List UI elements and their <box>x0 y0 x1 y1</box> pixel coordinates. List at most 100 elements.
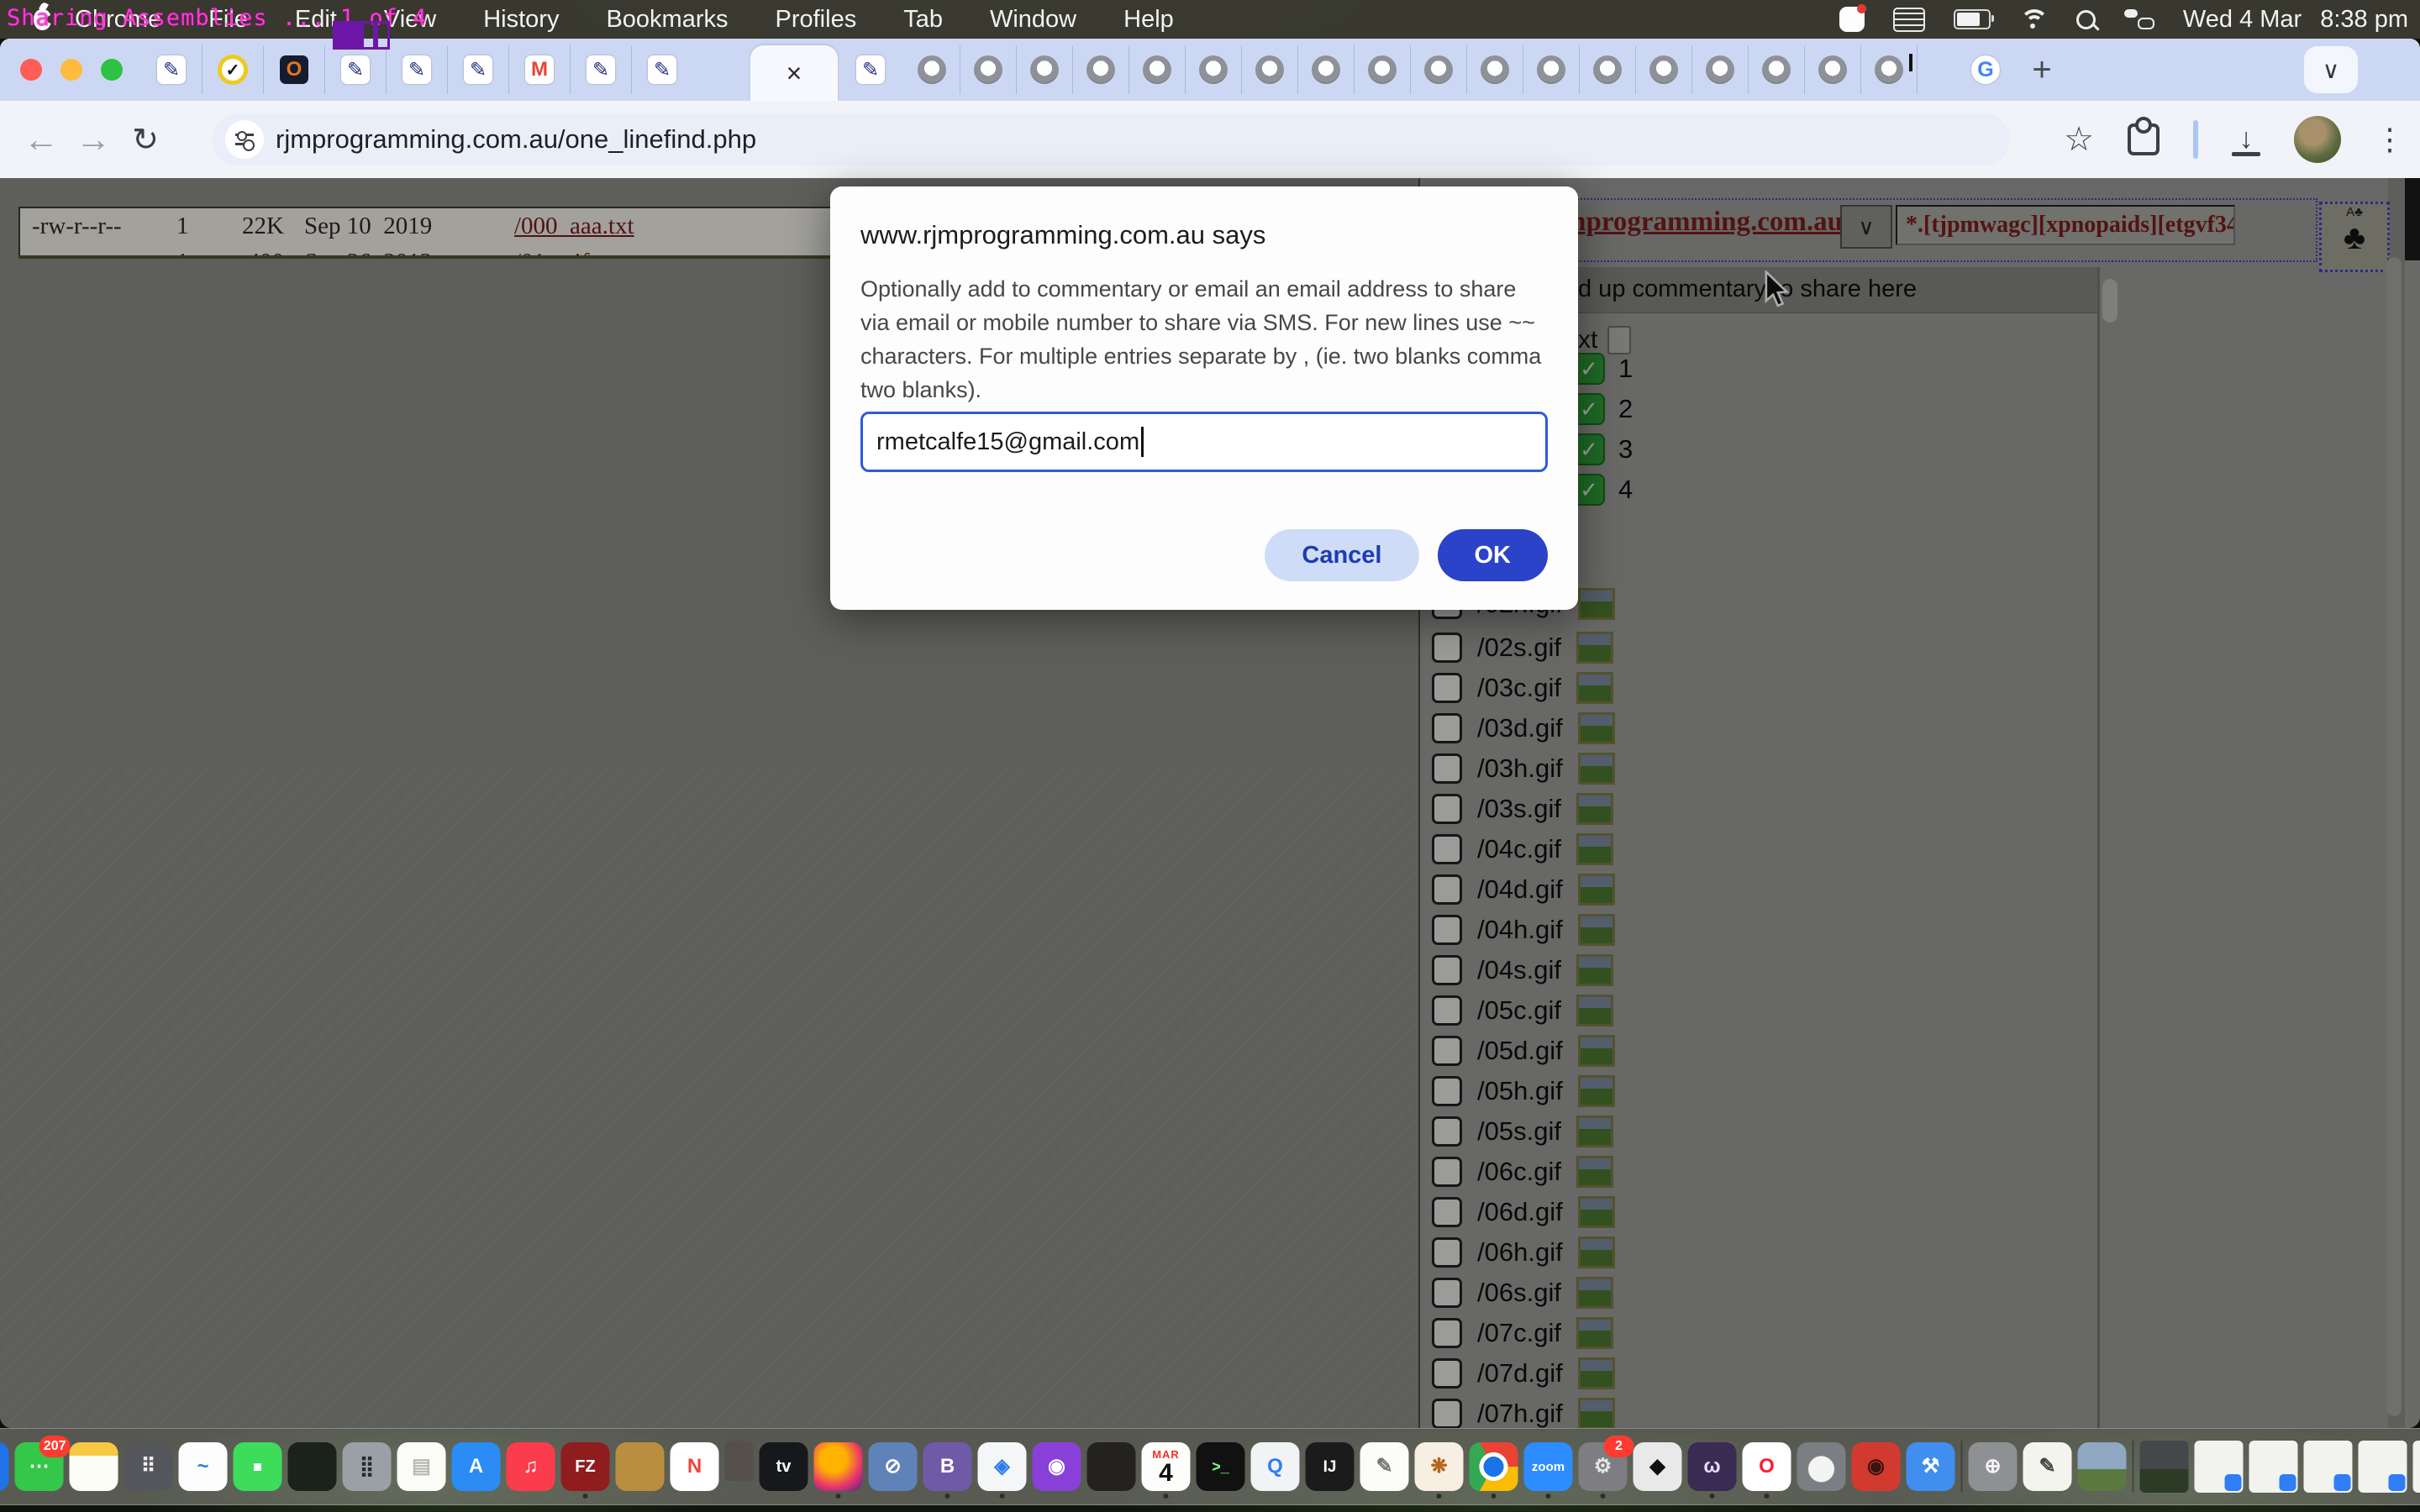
browser-tab[interactable] <box>325 45 387 94</box>
app-status-icon[interactable] <box>1839 7 1865 32</box>
menu-item[interactable]: History <box>460 0 582 39</box>
browser-tab[interactable] <box>1692 45 1749 94</box>
browser-tab[interactable] <box>632 45 692 94</box>
dock-icon[interactable]: ⠿ <box>124 1442 173 1491</box>
close-window-button[interactable] <box>20 59 42 81</box>
dock-icon[interactable]: ⋯ 207 <box>15 1442 64 1491</box>
dock-icon[interactable]: ◉ <box>1033 1442 1081 1491</box>
back-button[interactable]: ← <box>15 119 67 160</box>
browser-tab-google[interactable]: G <box>1971 55 2000 84</box>
keyboard-icon[interactable] <box>1893 8 1925 32</box>
menu-item[interactable]: Help <box>1100 0 1197 39</box>
zoom-window-button[interactable] <box>101 59 123 81</box>
address-bar[interactable]: rjmprogramming.com.au/one_linefind.php <box>212 113 2010 165</box>
browser-tab[interactable] <box>571 45 632 94</box>
dock-icon[interactable] <box>70 1442 118 1491</box>
browser-tab[interactable] <box>840 45 901 94</box>
browser-tab[interactable] <box>1749 45 1805 94</box>
dock-icon[interactable]: ⣿ <box>343 1442 392 1491</box>
browser-tab[interactable] <box>1467 45 1523 94</box>
dock-icon[interactable] <box>2413 1441 2420 1493</box>
dock-icon[interactable]: zoom <box>1524 1442 1573 1491</box>
browser-tab[interactable] <box>1017 45 1073 94</box>
dock-icon[interactable]: ✉ <box>0 1442 9 1491</box>
browser-tab[interactable] <box>264 45 325 94</box>
dock-icon[interactable]: O <box>1743 1442 1791 1491</box>
browser-tab[interactable] <box>1355 45 1411 94</box>
browser-tab[interactable] <box>387 45 448 94</box>
dock-icon[interactable] <box>2133 1441 2134 1493</box>
wifi-icon[interactable] <box>2019 8 2048 31</box>
menu-item[interactable]: Tab <box>880 0 966 39</box>
dock-icon[interactable] <box>2249 1441 2298 1493</box>
dock-icon[interactable]: ♫ <box>507 1442 555 1491</box>
downloads-icon[interactable]: ↓ <box>2232 123 2260 156</box>
active-tab[interactable]: × <box>750 45 838 101</box>
dock-icon[interactable]: ◆ <box>1634 1442 1682 1491</box>
dock-icon[interactable] <box>616 1442 665 1491</box>
dock-icon[interactable] <box>725 1441 754 1481</box>
forward-button[interactable]: → <box>67 119 119 160</box>
browser-tab[interactable] <box>1073 45 1129 94</box>
browser-tab[interactable] <box>141 45 203 94</box>
dock-icon[interactable]: ❋ <box>1415 1442 1464 1491</box>
dock-icon[interactable]: ⊘ <box>869 1442 918 1491</box>
dock-icon[interactable]: N <box>671 1442 719 1491</box>
dock-icon[interactable]: ✎ <box>2023 1442 2072 1491</box>
dock-icon[interactable]: ⚙ 2 <box>1579 1442 1628 1491</box>
dock-icon[interactable]: FZ <box>561 1442 610 1491</box>
dock-icon[interactable] <box>2359 1441 2407 1493</box>
profile-avatar[interactable] <box>2294 116 2341 163</box>
dock-icon[interactable]: ⊕ <box>1969 1442 2018 1491</box>
menu-clock[interactable]: Wed 4 Mar 8:38 pm <box>2183 6 2408 34</box>
browser-tab[interactable] <box>1242 45 1298 94</box>
cancel-button[interactable]: Cancel <box>1265 529 1418 581</box>
dock-icon[interactable]: MAR 4 <box>1142 1442 1191 1491</box>
dock-icon[interactable]: A <box>452 1442 501 1491</box>
dock-icon[interactable]: ▤ <box>397 1442 446 1491</box>
url-text[interactable]: rjmprogramming.com.au/one_linefind.php <box>276 124 756 155</box>
browser-menu-icon[interactable]: ⋮ <box>2375 122 2405 157</box>
dock-icon[interactable] <box>2304 1441 2353 1493</box>
reload-button[interactable]: ↻ <box>119 121 171 159</box>
dock-icon[interactable]: ◉ <box>1852 1442 1901 1491</box>
dialog-text-input[interactable]: rmetcalfe15@gmail.com <box>860 412 1548 472</box>
dock-icon[interactable] <box>1087 1442 1136 1491</box>
browser-tab[interactable] <box>1805 45 1861 94</box>
browser-tab[interactable] <box>1636 45 1692 94</box>
control-center-icon[interactable] <box>2124 9 2154 29</box>
spotlight-search-icon[interactable] <box>2076 10 2096 29</box>
dock-icon[interactable]: ⚒ <box>1907 1442 1955 1491</box>
dock-icon[interactable]: ~ <box>179 1442 228 1491</box>
close-tab-icon[interactable]: × <box>786 58 802 89</box>
browser-tab[interactable] <box>960 45 1017 94</box>
menu-item[interactable]: Bookmarks <box>582 0 751 39</box>
extensions-icon[interactable] <box>2128 123 2160 155</box>
dock-icon[interactable]: ω <box>1688 1442 1737 1491</box>
browser-tab[interactable] <box>1411 45 1467 94</box>
dock-icon[interactable]: ■ <box>234 1442 282 1491</box>
tab-search-button[interactable]: ∨ <box>2304 46 2358 93</box>
dock-icon[interactable] <box>1961 1441 1963 1493</box>
new-tab-button[interactable]: + <box>2023 51 2060 88</box>
dock-icon[interactable] <box>1797 1442 1846 1491</box>
browser-tab-barcode[interactable] <box>1909 55 1912 71</box>
bookmark-star-icon[interactable]: ☆ <box>2064 120 2094 159</box>
menu-item[interactable]: Profiles <box>752 0 881 39</box>
menu-item[interactable]: Window <box>966 0 1100 39</box>
battery-icon[interactable] <box>1954 9 1991 29</box>
browser-tab[interactable] <box>1580 45 1636 94</box>
dock-icon[interactable]: >_ <box>1197 1442 1245 1491</box>
dock-icon[interactable]: ◈ <box>978 1442 1027 1491</box>
dock-icon[interactable] <box>2140 1441 2189 1493</box>
browser-tab[interactable] <box>1186 45 1242 94</box>
browser-tab[interactable] <box>203 45 264 94</box>
browser-tab[interactable] <box>1523 45 1580 94</box>
ok-button[interactable]: OK <box>1438 529 1549 581</box>
dock-icon[interactable]: ✎ <box>1360 1442 1409 1491</box>
dock-icon[interactable]: Q <box>1251 1442 1300 1491</box>
browser-tab[interactable] <box>509 45 571 94</box>
browser-tab[interactable] <box>448 45 509 94</box>
browser-tab[interactable] <box>904 45 960 94</box>
site-settings-icon[interactable] <box>232 127 257 152</box>
